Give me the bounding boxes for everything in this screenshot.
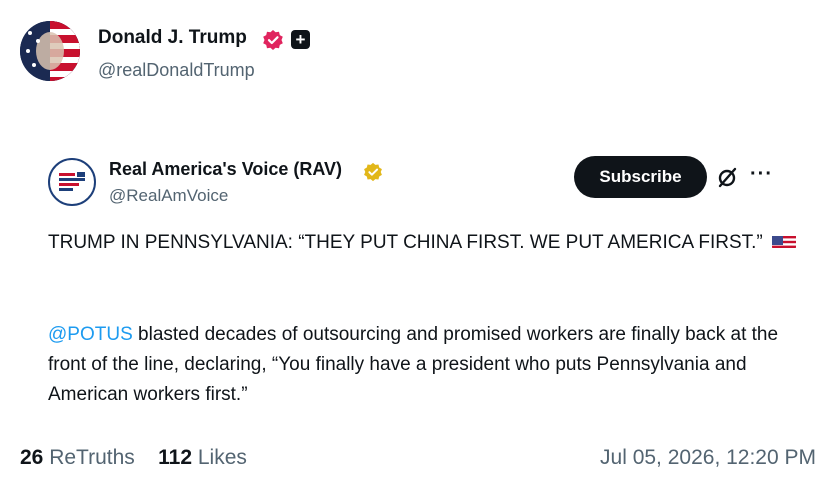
post-body: @POTUS blasted decades of outsourcing an…	[48, 320, 808, 410]
retruths-count: 26	[20, 446, 44, 469]
subscribe-button[interactable]: Subscribe	[574, 156, 707, 198]
more-options-icon[interactable]: ···	[750, 163, 773, 186]
rav-logo-image	[58, 171, 86, 193]
post-stats: 26 ReTruths 112 Likes	[20, 446, 247, 470]
author-avatar[interactable]	[20, 21, 80, 81]
headline-text: TRUMP IN PENNSYLVANIA: “THEY PUT CHINA F…	[48, 232, 763, 253]
grok-icon[interactable]	[716, 165, 740, 189]
post-timestamp[interactable]: Jul 05, 2026, 12:20 PM	[600, 446, 816, 470]
quoted-display-name[interactable]: Real America's Voice (RAV)	[109, 159, 342, 180]
likes-count: 112	[158, 446, 193, 469]
author-handle[interactable]: @realDonaldTrump	[98, 60, 255, 81]
quoted-handle[interactable]: @RealAmVoice	[109, 186, 228, 206]
rav-avatar[interactable]	[48, 158, 96, 206]
plus-badge-icon: +	[291, 30, 310, 49]
mention-link[interactable]: @POTUS	[48, 324, 133, 345]
likes-label: Likes	[197, 446, 247, 469]
likes-stat[interactable]: 112 Likes	[158, 446, 247, 469]
body-text: blasted decades of outsourcing and promi…	[48, 324, 779, 405]
author-display-name[interactable]: Donald J. Trump	[98, 27, 247, 49]
retruths-stat[interactable]: 26 ReTruths	[20, 446, 135, 469]
verified-badge-icon	[263, 30, 283, 50]
retruths-label: ReTruths	[49, 446, 135, 469]
post-headline: TRUMP IN PENNSYLVANIA: “THEY PUT CHINA F…	[48, 228, 808, 258]
gold-verified-badge-icon	[364, 162, 382, 182]
avatar-image	[20, 21, 80, 81]
us-flag-icon	[772, 233, 797, 250]
